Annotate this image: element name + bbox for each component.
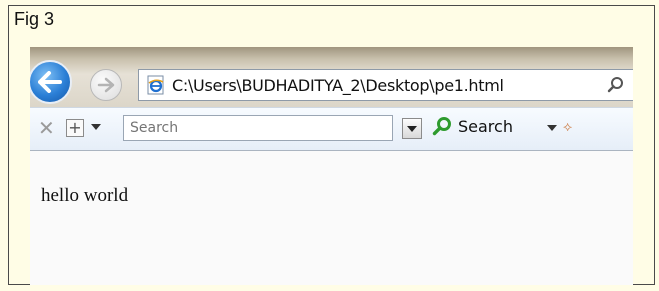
search-icon[interactable] (607, 76, 625, 94)
page-content: hello world (30, 151, 633, 285)
more-icon[interactable]: ⟡ (563, 119, 572, 135)
search-dropdown-button[interactable] (402, 118, 422, 139)
plus-icon[interactable]: + (66, 119, 84, 137)
browser-titlebar: C:\Users\BUDHADITYA_2\Desktop\pe1.html (30, 47, 633, 107)
address-bar[interactable]: C:\Users\BUDHADITYA_2\Desktop\pe1.html (138, 69, 633, 101)
figure-label: Fig 3 (14, 9, 55, 29)
search-toolbar: ✕ + Search ⟡ (30, 107, 633, 151)
chevron-down-icon (407, 125, 417, 132)
chevron-down-icon[interactable] (91, 124, 101, 130)
search-icon (432, 117, 451, 136)
page-body-text: hello world (41, 185, 129, 206)
search-button-label: Search (458, 116, 513, 136)
browser-window: C:\Users\BUDHADITYA_2\Desktop\pe1.html ✕… (30, 47, 633, 285)
search-input[interactable] (123, 115, 393, 141)
forward-arrow-icon (97, 77, 115, 93)
ie-page-icon (147, 75, 164, 95)
close-icon[interactable]: ✕ (38, 116, 55, 140)
back-button[interactable] (30, 60, 72, 104)
address-url: C:\Users\BUDHADITYA_2\Desktop\pe1.html (172, 76, 504, 95)
chevron-down-icon[interactable] (547, 125, 557, 131)
search-button[interactable]: Search (432, 116, 513, 136)
back-arrow-icon (38, 71, 62, 93)
forward-button[interactable] (90, 69, 122, 101)
